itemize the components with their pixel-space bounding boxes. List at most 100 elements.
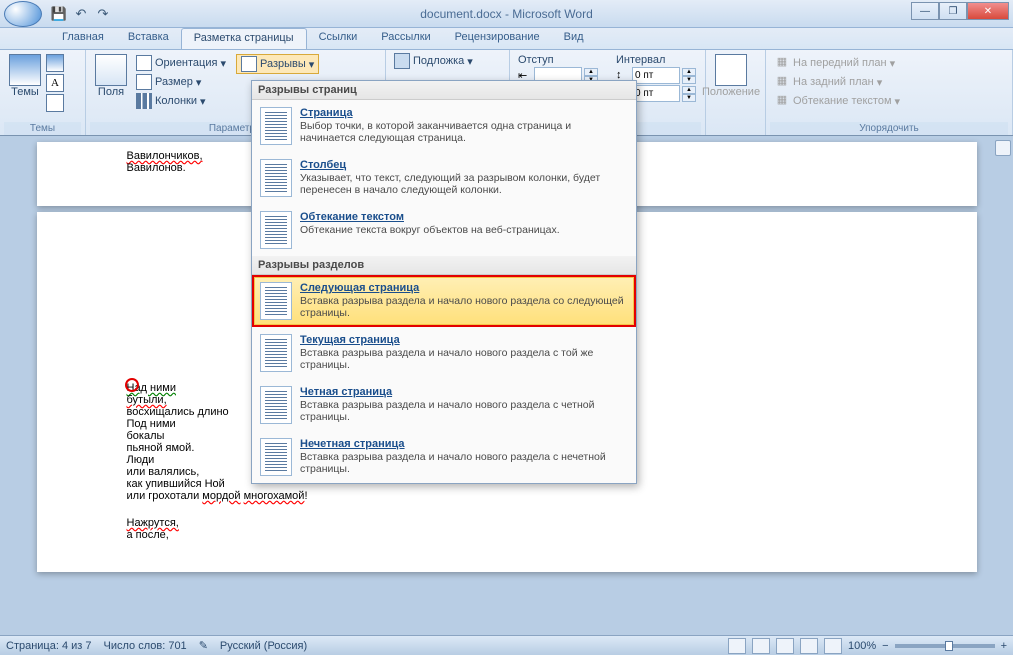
break-even-page[interactable]: Четная страницаВставка разрыва раздела и… bbox=[252, 379, 636, 431]
send-back-button[interactable]: ▦На задний план ▾ bbox=[770, 73, 1008, 91]
view-web-layout[interactable] bbox=[776, 638, 794, 654]
break-textwrap-title: Обтекание текстом bbox=[300, 211, 560, 223]
wrap-icon: ▦ bbox=[774, 93, 790, 109]
front-icon: ▦ bbox=[774, 55, 790, 71]
fonts-icon[interactable]: A bbox=[46, 74, 64, 92]
spin-up[interactable]: ▲ bbox=[584, 68, 598, 76]
front-label: На передний план bbox=[793, 57, 887, 69]
redo-icon[interactable]: ↷ bbox=[94, 5, 112, 23]
minimize-button[interactable]: — bbox=[911, 2, 939, 20]
breaks-button[interactable]: Разрывы ▾ bbox=[236, 54, 319, 74]
orientation-label: Ориентация bbox=[155, 57, 217, 69]
orientation-button[interactable]: Ориентация ▾ bbox=[132, 54, 230, 72]
tab-review[interactable]: Рецензирование bbox=[443, 28, 552, 49]
window-controls: — ❐ ✕ bbox=[911, 2, 1009, 20]
columns-button[interactable]: Колонки ▾ bbox=[132, 92, 230, 110]
themes-icon bbox=[9, 54, 41, 86]
size-label: Размер bbox=[155, 76, 193, 88]
size-icon bbox=[136, 74, 152, 90]
themes-label: Темы bbox=[11, 86, 39, 98]
columns-icon bbox=[136, 93, 152, 109]
close-button[interactable]: ✕ bbox=[967, 2, 1009, 20]
indent-label: Отступ bbox=[518, 54, 598, 66]
break-next-page[interactable]: Следующая страницаВставка разрыва раздел… bbox=[252, 275, 636, 327]
maximize-button[interactable]: ❐ bbox=[939, 2, 967, 20]
breaks-icon bbox=[241, 56, 257, 72]
watermark-label: Подложка bbox=[413, 55, 464, 67]
ruler-toggle[interactable] bbox=[995, 140, 1011, 156]
watermark-button[interactable]: Подложка ▾ bbox=[390, 52, 477, 70]
doc-text: или грохотали bbox=[127, 490, 203, 502]
view-print-layout[interactable] bbox=[728, 638, 746, 654]
group-position: Положение bbox=[706, 50, 766, 135]
tab-home[interactable]: Главная bbox=[50, 28, 116, 49]
doc-text: а после, bbox=[127, 529, 963, 541]
window-title: document.docx - Microsoft Word bbox=[420, 7, 593, 21]
break-oddpage-desc: Вставка разрыва раздела и начало нового … bbox=[300, 451, 606, 475]
position-button[interactable]: Положение bbox=[710, 52, 752, 100]
zoom-out-button[interactable]: − bbox=[882, 640, 888, 652]
margins-button[interactable]: Поля bbox=[90, 52, 132, 110]
office-button[interactable] bbox=[4, 1, 42, 27]
effects-icon[interactable] bbox=[46, 94, 64, 112]
continuous-break-icon bbox=[260, 334, 292, 372]
size-button[interactable]: Размер ▾ bbox=[132, 73, 230, 91]
break-continuous-desc: Вставка разрыва раздела и начало нового … bbox=[300, 347, 593, 371]
break-textwrap[interactable]: Обтекание текстомОбтекание текста вокруг… bbox=[252, 204, 636, 256]
zoom-slider[interactable] bbox=[895, 644, 995, 648]
tab-mailings[interactable]: Рассылки bbox=[369, 28, 442, 49]
bring-front-button[interactable]: ▦На передний план ▾ bbox=[770, 54, 1008, 72]
break-odd-page[interactable]: Нечетная страницаВставка разрыва раздела… bbox=[252, 431, 636, 483]
status-page[interactable]: Страница: 4 из 7 bbox=[6, 640, 92, 652]
break-continuous-title: Текущая страница bbox=[300, 334, 628, 346]
zoom-thumb[interactable] bbox=[945, 641, 953, 651]
dropdown-header-sectionbreaks: Разрывы разделов bbox=[252, 256, 636, 275]
position-icon bbox=[715, 54, 747, 86]
themes-button[interactable]: Темы bbox=[4, 52, 46, 112]
view-outline[interactable] bbox=[800, 638, 818, 654]
save-icon[interactable]: 💾 bbox=[50, 5, 68, 23]
wrap-text-button[interactable]: ▦Обтекание текстом ▾ bbox=[770, 92, 1008, 110]
oddpage-break-icon bbox=[260, 438, 292, 476]
orientation-icon bbox=[136, 55, 152, 71]
tab-references[interactable]: Ссылки bbox=[307, 28, 370, 49]
space-before-input[interactable] bbox=[632, 67, 680, 84]
tab-view[interactable]: Вид bbox=[552, 28, 596, 49]
status-bar: Страница: 4 из 7 Число слов: 701 ✎ Русск… bbox=[0, 635, 1013, 655]
break-page-title: Страница bbox=[300, 107, 628, 119]
break-textwrap-desc: Обтекание текста вокруг объектов на веб-… bbox=[300, 224, 560, 236]
nextpage-break-icon bbox=[260, 282, 292, 320]
spin-down[interactable]: ▼ bbox=[682, 94, 696, 102]
margins-label: Поля bbox=[98, 86, 124, 98]
breaks-label: Разрывы bbox=[260, 58, 306, 70]
group-themes-label: Темы bbox=[4, 122, 81, 135]
spin-up[interactable]: ▲ bbox=[682, 86, 696, 94]
colors-icon[interactable] bbox=[46, 54, 64, 72]
break-page[interactable]: СтраницаВыбор точки, в которой заканчива… bbox=[252, 100, 636, 152]
back-icon: ▦ bbox=[774, 74, 790, 90]
cursor-highlight bbox=[125, 378, 139, 392]
textwrap-break-icon bbox=[260, 211, 292, 249]
status-proofing-icon[interactable]: ✎ bbox=[199, 639, 208, 652]
tab-page-layout[interactable]: Разметка страницы bbox=[181, 28, 307, 49]
break-oddpage-title: Нечетная страница bbox=[300, 438, 628, 450]
space-after-input[interactable] bbox=[632, 85, 680, 102]
break-page-desc: Выбор точки, в которой заканчивается одн… bbox=[300, 120, 571, 144]
break-continuous[interactable]: Текущая страницаВставка разрыва раздела … bbox=[252, 327, 636, 379]
status-word-count[interactable]: Число слов: 701 bbox=[104, 640, 187, 652]
margins-icon bbox=[95, 54, 127, 86]
spin-down[interactable]: ▼ bbox=[682, 76, 696, 84]
doc-text: бутыли, bbox=[127, 394, 167, 406]
break-column[interactable]: СтолбецУказывает, что текст, следующий з… bbox=[252, 152, 636, 204]
doc-text: Нажрутся, bbox=[127, 517, 179, 529]
undo-icon[interactable]: ↶ bbox=[72, 5, 90, 23]
break-nextpage-desc: Вставка разрыва раздела и начало нового … bbox=[300, 295, 624, 319]
tab-insert[interactable]: Вставка bbox=[116, 28, 181, 49]
status-language[interactable]: Русский (Россия) bbox=[220, 640, 307, 652]
view-draft[interactable] bbox=[824, 638, 842, 654]
zoom-level[interactable]: 100% bbox=[848, 640, 876, 652]
page-break-icon bbox=[260, 107, 292, 145]
zoom-in-button[interactable]: + bbox=[1001, 640, 1007, 652]
view-full-screen[interactable] bbox=[752, 638, 770, 654]
spin-up[interactable]: ▲ bbox=[682, 68, 696, 76]
